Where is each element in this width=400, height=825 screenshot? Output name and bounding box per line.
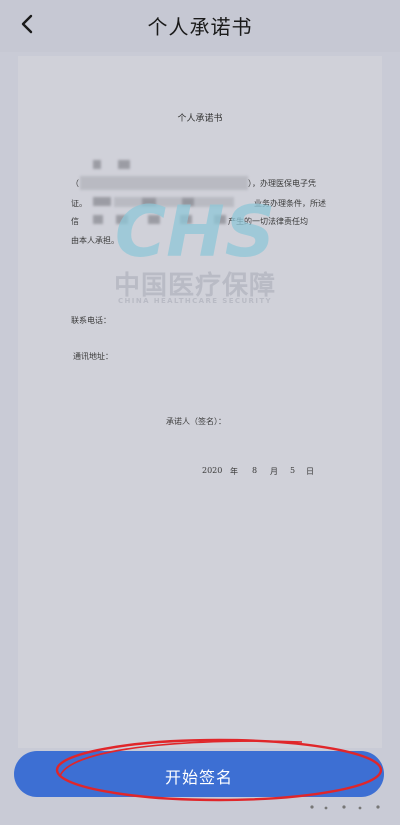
address-label: 通讯地址： <box>73 352 113 361</box>
document-title: 个人承诺书 <box>177 114 223 124</box>
start-sign-button[interactable]: 开始签名 <box>14 751 384 797</box>
date-day-unit: 日 <box>306 467 314 476</box>
redacted-block <box>93 160 101 169</box>
redacted-block <box>118 160 130 169</box>
phone-label: 联系电话： <box>71 316 111 325</box>
chs-watermark: CHS 中国医疗保障 CHINA HEALTHCARE SECURITY <box>95 190 295 310</box>
date-month: 8 <box>252 466 258 475</box>
watermark-en-text: CHINA HEALTHCARE SECURITY <box>118 297 272 305</box>
chs-logo: CHS <box>115 191 275 268</box>
date-year-unit: 年 <box>230 467 238 476</box>
start-sign-label: 开始签名 <box>164 768 233 787</box>
document-preview: 个人承诺书 （ ），办理医保电子凭 证。 业务办理条件，所述 信 产生的一切法律… <box>18 56 382 748</box>
document-text: 信 <box>71 217 79 226</box>
faint-marks <box>310 805 380 810</box>
document-text: 证。 <box>71 199 87 208</box>
page-title: 个人承诺书 <box>147 15 253 39</box>
app-header: 个人承诺书 <box>0 0 400 52</box>
redacted-block <box>80 176 248 190</box>
date-year: 2020 <box>202 466 223 475</box>
date-day: 5 <box>290 466 296 475</box>
signer-label: 承诺人（签名）： <box>166 417 226 426</box>
document-text: （ <box>71 179 79 188</box>
date-month-unit: 月 <box>270 467 278 476</box>
svg-text:CHS: CHS <box>115 191 275 268</box>
document-text: ），办理医保电子凭 <box>248 179 316 188</box>
